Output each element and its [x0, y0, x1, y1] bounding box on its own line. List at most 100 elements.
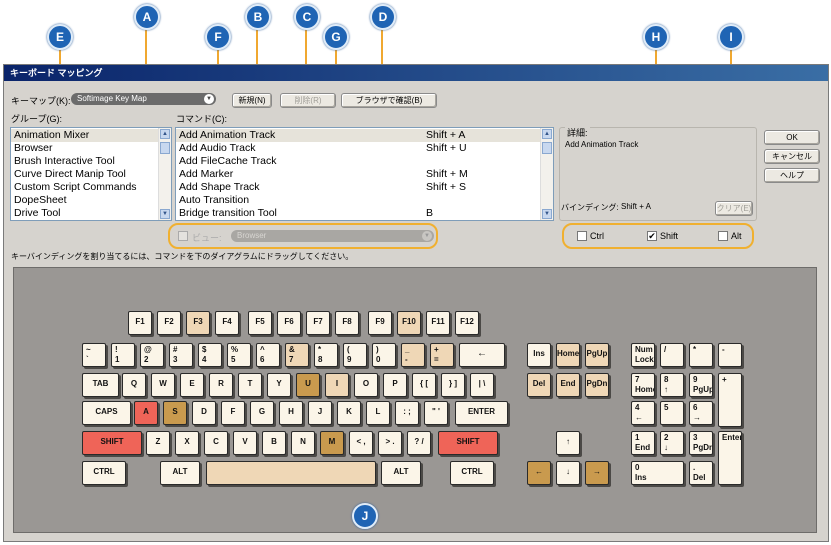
browse-button[interactable]: ブラウザで確認(B) — [341, 93, 437, 108]
key-f7[interactable]: F7 — [306, 311, 330, 335]
key-enter[interactable]: ENTER — [455, 401, 508, 425]
cancel-button[interactable]: キャンセル — [764, 149, 820, 164]
key-numpad-11[interactable]: 1 End — [631, 431, 655, 455]
key-numpad-9[interactable]: 5 — [660, 401, 684, 425]
keyboard-diagram[interactable]: F1 F2 F3 F4 F5 F6 F7 F8 F9 F10 F11 F12 ~ `! 1 @2 #3 $4% 5 ^… — [13, 267, 817, 533]
key-ctrl-right[interactable]: CTRL — [450, 461, 494, 485]
key-number-3[interactable]: #3 — [169, 343, 193, 367]
keymap-dropdown[interactable]: Softimage Key Map ▼ — [71, 93, 216, 105]
key-space[interactable] — [206, 461, 376, 485]
command-item[interactable]: Add Shape Track Shift + S — [176, 181, 553, 194]
scroll-down-icon[interactable]: ▼ — [160, 209, 170, 219]
key-numpad-13[interactable]: 3 PgDn — [689, 431, 713, 455]
key-caps-10[interactable]: : ; — [395, 401, 419, 425]
clear-button[interactable]: クリア(E) — [715, 201, 753, 216]
command-item[interactable]: Bridge transition Tool B — [176, 207, 553, 220]
key-nav-0[interactable]: Ins — [527, 343, 551, 367]
ctrl-checkbox[interactable] — [577, 231, 587, 241]
key-5[interactable]: T — [238, 373, 262, 397]
key-numpad-12[interactable]: 2 ↓ — [660, 431, 684, 455]
key-shift-row-8[interactable]: < , — [349, 431, 373, 455]
key-caps-6[interactable]: H — [279, 401, 303, 425]
key-12[interactable]: } ] — [441, 373, 465, 397]
key-caps-2[interactable]: S — [163, 401, 187, 425]
key-nav-3[interactable]: Del — [527, 373, 551, 397]
key-shift-row-1[interactable]: Z — [146, 431, 170, 455]
scroll-down-icon[interactable]: ▼ — [542, 209, 552, 219]
key-tab[interactable]: TAB — [82, 373, 119, 397]
key-arrow-left[interactable]: ← — [527, 461, 551, 485]
key-shift-row-2[interactable]: X — [175, 431, 199, 455]
view-checkbox[interactable] — [178, 231, 188, 241]
key-3[interactable]: E — [180, 373, 204, 397]
key-numpad-7[interactable]: + — [718, 373, 742, 427]
shift-checkbox[interactable]: ✔ — [647, 231, 657, 241]
key-2[interactable]: W — [151, 373, 175, 397]
key-1[interactable]: Q — [122, 373, 146, 397]
key-number-2[interactable]: @2 — [140, 343, 164, 367]
scroll-thumb[interactable] — [160, 142, 170, 154]
key-numpad-0[interactable]: Num Lock — [631, 343, 655, 367]
key-f4[interactable]: F4 — [215, 311, 239, 335]
ok-button[interactable]: OK — [764, 130, 820, 145]
key-f5[interactable]: F5 — [248, 311, 272, 335]
command-item[interactable]: Add Marker Shift + M — [176, 168, 553, 181]
key-numpad-6[interactable]: 9 PgUp — [689, 373, 713, 397]
key-13[interactable]: | \ — [470, 373, 494, 397]
key-numpad-2[interactable]: * — [689, 343, 713, 367]
command-item[interactable]: Add FileCache Track — [176, 155, 553, 168]
key-f8[interactable]: F8 — [335, 311, 359, 335]
key-ctrl-left[interactable]: CTRL — [82, 461, 126, 485]
key-caps-3[interactable]: D — [192, 401, 216, 425]
key-number-4[interactable]: $4 — [198, 343, 222, 367]
group-item[interactable]: Animation Mixer — [11, 129, 171, 142]
key-numpad-1[interactable]: / — [660, 343, 684, 367]
key-shift-row-5[interactable]: B — [262, 431, 286, 455]
scroll-up-icon[interactable]: ▲ — [160, 129, 170, 139]
key-f9[interactable]: F9 — [368, 311, 392, 335]
key-caps-7[interactable]: J — [308, 401, 332, 425]
key-shift-row-10[interactable]: ? / — [407, 431, 431, 455]
key-11[interactable]: { [ — [412, 373, 436, 397]
command-item[interactable]: Add Animation Track Shift + A — [176, 129, 553, 142]
key-shift-row-7[interactable]: M — [320, 431, 344, 455]
key-number-12[interactable]: + = — [430, 343, 454, 367]
key-f10[interactable]: F10 — [397, 311, 421, 335]
key-shift-left[interactable]: SHIFT — [82, 431, 142, 455]
key-shift-row-4[interactable]: V — [233, 431, 257, 455]
key-caps-1[interactable]: A — [134, 401, 158, 425]
key-number-8[interactable]: * 8 — [314, 343, 338, 367]
group-item[interactable]: DopeSheet — [11, 194, 171, 207]
key-7[interactable]: U — [296, 373, 320, 397]
new-button[interactable]: 新規(N) — [232, 93, 272, 108]
key-alt-right[interactable]: ALT — [381, 461, 421, 485]
command-scrollbar[interactable]: ▲ ▼ — [540, 128, 553, 220]
key-6[interactable]: Y — [267, 373, 291, 397]
key-caps-11[interactable]: " ' — [424, 401, 448, 425]
group-item[interactable]: Curve Direct Manip Tool — [11, 168, 171, 181]
help-button[interactable]: ヘルプ — [764, 168, 820, 183]
key-caps-8[interactable]: K — [337, 401, 361, 425]
command-item[interactable]: Auto Transition — [176, 194, 553, 207]
key-f6[interactable]: F6 — [277, 311, 301, 335]
key-caps[interactable]: CAPS — [82, 401, 131, 425]
key-nav-5[interactable]: PgDn — [585, 373, 609, 397]
key-alt-left[interactable]: ALT — [160, 461, 200, 485]
key-f1[interactable]: F1 — [128, 311, 152, 335]
key-arrow-down[interactable]: ↓ — [556, 461, 580, 485]
key-number-0[interactable]: ~ ` — [82, 343, 106, 367]
alt-checkbox[interactable] — [718, 231, 728, 241]
group-list[interactable]: Animation Mixer Browser Brush Interactive … — [10, 127, 172, 221]
key-8[interactable]: I — [325, 373, 349, 397]
key-numpad-15[interactable]: 0 Ins — [631, 461, 684, 485]
key-numpad-4[interactable]: 7Home — [631, 373, 655, 397]
key-f12[interactable]: F12 — [455, 311, 479, 335]
key-numpad-14[interactable]: Enter — [718, 431, 742, 485]
key-nav-1[interactable]: Home — [556, 343, 580, 367]
key-numpad-10[interactable]: 6 → — [689, 401, 713, 425]
key-numpad-5[interactable]: 8 ↑ — [660, 373, 684, 397]
key-shift-row-6[interactable]: N — [291, 431, 315, 455]
key-numpad-16[interactable]: . Del — [689, 461, 713, 485]
key-shift-right[interactable]: SHIFT — [438, 431, 498, 455]
key-number-9[interactable]: (9 — [343, 343, 367, 367]
